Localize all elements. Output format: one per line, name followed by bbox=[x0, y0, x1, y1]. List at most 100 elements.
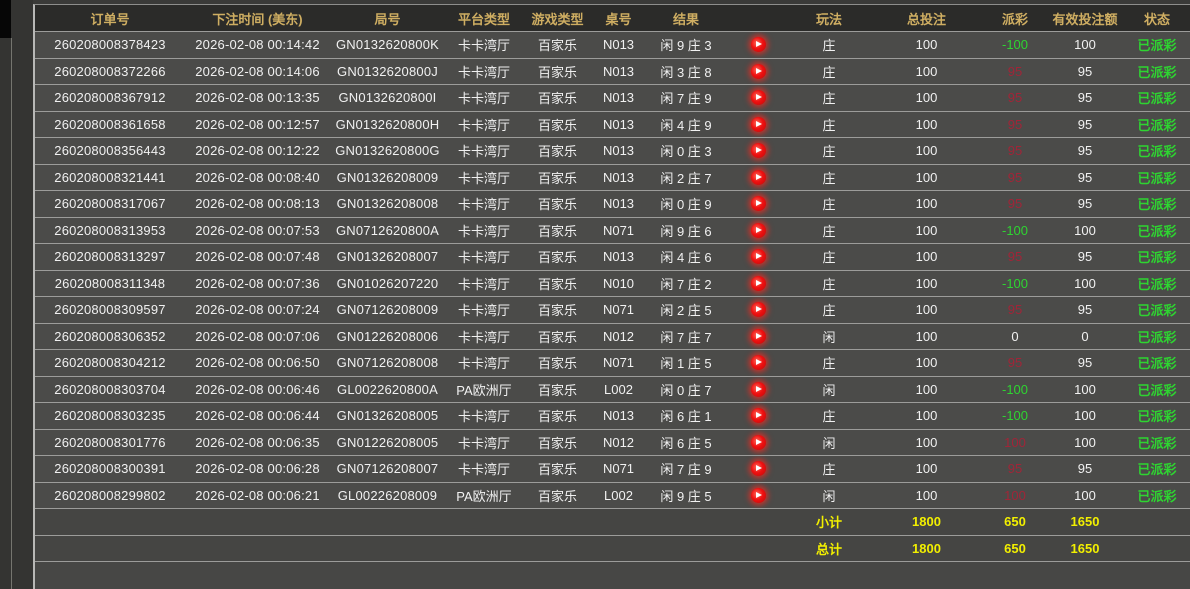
play-triangle-glyph bbox=[756, 359, 762, 365]
order-id-cell: 260208008303704 bbox=[35, 377, 185, 403]
play-video-icon[interactable] bbox=[751, 196, 766, 211]
game-type-cell: 百家乐 bbox=[523, 59, 592, 85]
round-id-cell: GN07126208007 bbox=[330, 456, 445, 482]
round-id-cell: GN01326208005 bbox=[330, 403, 445, 429]
replay-cell bbox=[727, 32, 789, 58]
play-video-icon[interactable] bbox=[751, 435, 766, 450]
replay-cell bbox=[727, 456, 789, 482]
status-cell: 已派彩 bbox=[1124, 350, 1190, 376]
status-cell: 已派彩 bbox=[1124, 138, 1190, 164]
game-type-cell: 百家乐 bbox=[523, 244, 592, 270]
col-header-bet-side: 玩法 bbox=[789, 5, 869, 31]
table-row: 260208008372266 2026-02-08 00:14:06 GN01… bbox=[35, 59, 1190, 86]
total-bet-cell: 100 bbox=[869, 430, 984, 456]
result-cell: 闲 2 庄 5 bbox=[645, 297, 727, 323]
play-triangle-glyph bbox=[756, 306, 762, 312]
valid-bet-cell: 95 bbox=[1046, 59, 1124, 85]
result-cell: 闲 2 庄 7 bbox=[645, 165, 727, 191]
play-video-icon[interactable] bbox=[751, 408, 766, 423]
valid-bet-cell: 100 bbox=[1046, 271, 1124, 297]
play-video-icon[interactable] bbox=[751, 223, 766, 238]
bet-side-cell: 庄 bbox=[789, 350, 869, 376]
play-triangle-glyph bbox=[756, 174, 762, 180]
col-header-payout: 派彩 bbox=[984, 5, 1046, 31]
play-video-icon[interactable] bbox=[751, 249, 766, 264]
round-id-cell: GN01326208007 bbox=[330, 244, 445, 270]
order-id-cell: 260208008367912 bbox=[35, 85, 185, 111]
result-cell: 闲 6 庄 1 bbox=[645, 403, 727, 429]
total-bet-cell: 100 bbox=[869, 350, 984, 376]
bet-side-cell: 闲 bbox=[789, 430, 869, 456]
play-video-icon[interactable] bbox=[751, 488, 766, 503]
bet-time-cell: 2026-02-08 00:07:36 bbox=[185, 271, 330, 297]
play-video-icon[interactable] bbox=[751, 302, 766, 317]
play-video-icon[interactable] bbox=[751, 355, 766, 370]
play-video-icon[interactable] bbox=[751, 90, 766, 105]
total-bet-cell: 100 bbox=[869, 456, 984, 482]
table-row: 260208008299802 2026-02-08 00:06:21 GL00… bbox=[35, 483, 1190, 510]
bet-time-cell: 2026-02-08 00:07:06 bbox=[185, 324, 330, 350]
order-id-cell: 260208008300391 bbox=[35, 456, 185, 482]
play-video-icon[interactable] bbox=[751, 37, 766, 52]
play-triangle-glyph bbox=[756, 492, 762, 498]
game-type-cell: 百家乐 bbox=[523, 377, 592, 403]
replay-cell bbox=[727, 483, 789, 509]
game-type-cell: 百家乐 bbox=[523, 165, 592, 191]
table-no-cell: N013 bbox=[592, 112, 645, 138]
play-triangle-glyph bbox=[756, 200, 762, 206]
valid-bet-cell: 100 bbox=[1046, 218, 1124, 244]
col-header-game-type: 游戏类型 bbox=[523, 5, 592, 31]
round-id-cell: GN0132620800K bbox=[330, 32, 445, 58]
play-video-icon[interactable] bbox=[751, 117, 766, 132]
bet-time-cell: 2026-02-08 00:12:57 bbox=[185, 112, 330, 138]
table-body: 260208008378423 2026-02-08 00:14:42 GN01… bbox=[35, 32, 1190, 509]
payout-cell: 95 bbox=[984, 350, 1046, 376]
play-video-icon[interactable] bbox=[751, 329, 766, 344]
table-no-cell: N010 bbox=[592, 271, 645, 297]
bet-time-cell: 2026-02-08 00:06:21 bbox=[185, 483, 330, 509]
play-video-icon[interactable] bbox=[751, 143, 766, 158]
bet-side-cell: 庄 bbox=[789, 218, 869, 244]
table-row: 260208008309597 2026-02-08 00:07:24 GN07… bbox=[35, 297, 1190, 324]
payout-cell: 95 bbox=[984, 138, 1046, 164]
round-id-cell: GN0132620800J bbox=[330, 59, 445, 85]
platform-cell: 卡卡湾厅 bbox=[445, 297, 523, 323]
table-no-cell: N013 bbox=[592, 85, 645, 111]
table-no-cell: N013 bbox=[592, 165, 645, 191]
platform-cell: 卡卡湾厅 bbox=[445, 350, 523, 376]
round-id-cell: GN01026207220 bbox=[330, 271, 445, 297]
play-video-icon[interactable] bbox=[751, 382, 766, 397]
round-id-cell: GN0132620800G bbox=[330, 138, 445, 164]
left-margin-strip bbox=[0, 0, 33, 589]
platform-cell: 卡卡湾厅 bbox=[445, 138, 523, 164]
play-video-icon[interactable] bbox=[751, 461, 766, 476]
valid-bet-cell: 95 bbox=[1046, 138, 1124, 164]
table-no-cell: N013 bbox=[592, 138, 645, 164]
bet-side-cell: 闲 bbox=[789, 324, 869, 350]
col-header-table-no: 桌号 bbox=[592, 5, 645, 31]
valid-bet-cell: 95 bbox=[1046, 112, 1124, 138]
status-cell: 已派彩 bbox=[1124, 483, 1190, 509]
game-type-cell: 百家乐 bbox=[523, 297, 592, 323]
order-id-cell: 260208008356443 bbox=[35, 138, 185, 164]
bet-time-cell: 2026-02-08 00:07:53 bbox=[185, 218, 330, 244]
platform-cell: 卡卡湾厅 bbox=[445, 324, 523, 350]
table-no-cell: N013 bbox=[592, 191, 645, 217]
play-video-icon[interactable] bbox=[751, 64, 766, 79]
payout-cell: -100 bbox=[984, 218, 1046, 244]
valid-bet-cell: 100 bbox=[1046, 430, 1124, 456]
bet-time-cell: 2026-02-08 00:12:22 bbox=[185, 138, 330, 164]
play-triangle-glyph bbox=[756, 94, 762, 100]
order-id-cell: 260208008378423 bbox=[35, 32, 185, 58]
play-video-icon[interactable] bbox=[751, 276, 766, 291]
total-bet-cell: 100 bbox=[869, 271, 984, 297]
replay-cell bbox=[727, 244, 789, 270]
replay-cell bbox=[727, 138, 789, 164]
payout-cell: 95 bbox=[984, 244, 1046, 270]
replay-cell bbox=[727, 218, 789, 244]
platform-cell: 卡卡湾厅 bbox=[445, 59, 523, 85]
table-row: 260208008367912 2026-02-08 00:13:35 GN01… bbox=[35, 85, 1190, 112]
bet-side-cell: 庄 bbox=[789, 85, 869, 111]
play-video-icon[interactable] bbox=[751, 170, 766, 185]
payout-cell: 100 bbox=[984, 430, 1046, 456]
